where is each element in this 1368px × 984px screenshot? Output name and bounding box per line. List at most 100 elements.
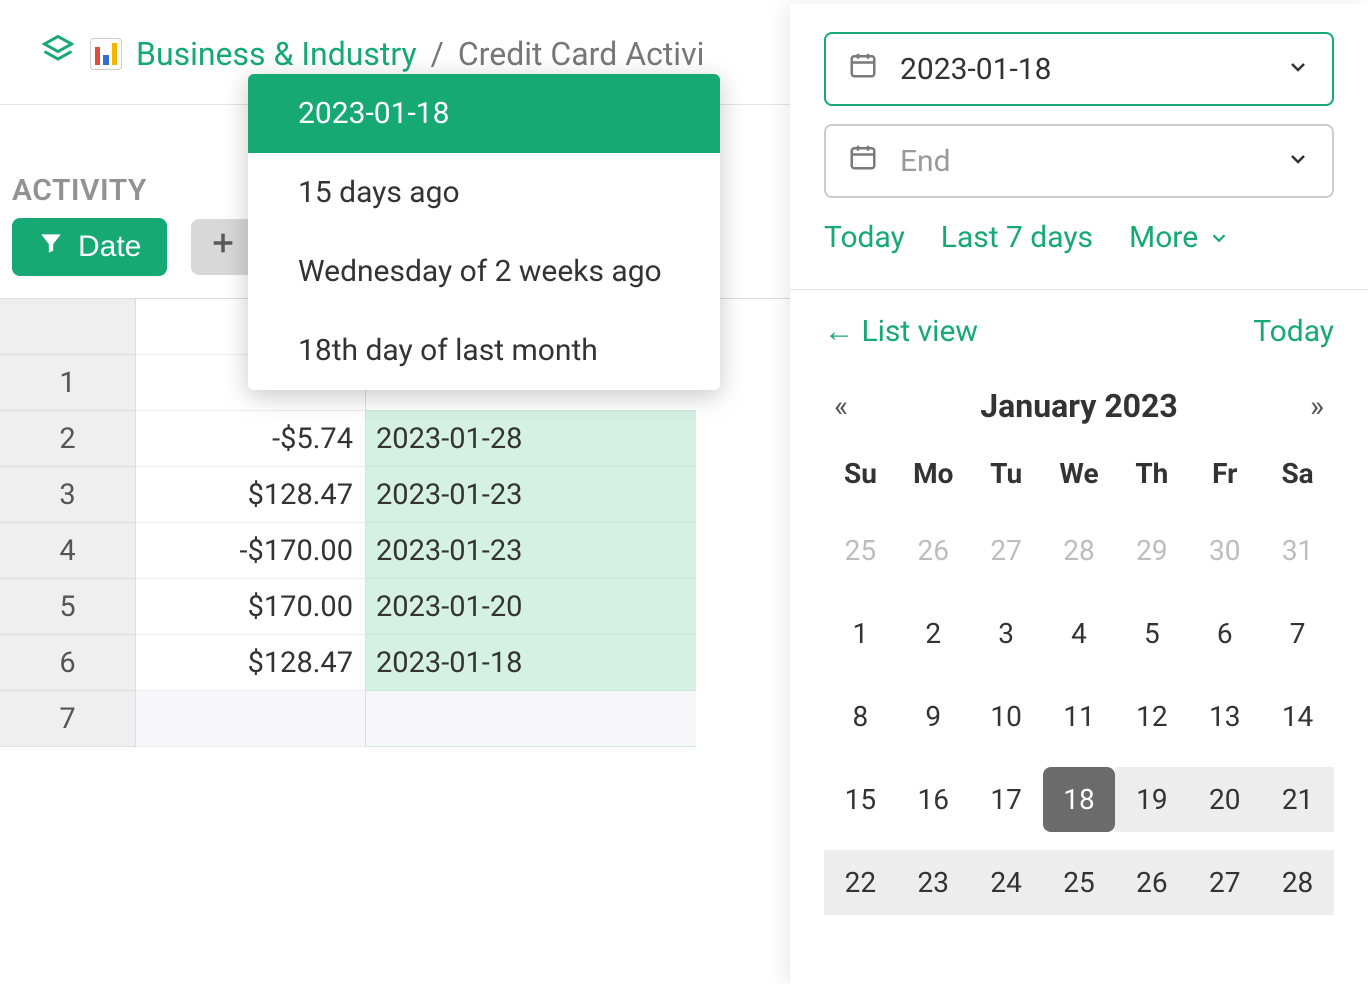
date-suggestion-dropdown: 2023-01-1815 days agoWednesday of 2 week… <box>248 74 720 390</box>
cell-amount[interactable]: $128.47 <box>136 635 366 691</box>
quick-today[interactable]: Today <box>824 220 905 255</box>
date-range-panel: 2023-01-18 End Today Last 7 days More ← … <box>790 4 1368 984</box>
cell-amount[interactable]: -$5.74 <box>136 411 366 467</box>
cell-amount[interactable]: $170.00 <box>136 579 366 635</box>
calendar-icon <box>848 142 878 180</box>
calendar-day[interactable]: 5 <box>1115 601 1188 666</box>
calendar-dow: Fr <box>1188 447 1261 500</box>
calendar-day-other-month[interactable]: 29 <box>1115 518 1188 583</box>
calendar-dow: Mo <box>897 447 970 500</box>
calendar-day[interactable]: 27 <box>1188 850 1261 915</box>
start-date-value: 2023-01-18 <box>900 52 1051 87</box>
breadcrumb-separator: / <box>431 35 444 73</box>
calendar-day-other-month[interactable]: 30 <box>1188 518 1261 583</box>
cell-amount[interactable] <box>136 691 366 747</box>
calendar-day[interactable]: 24 <box>970 850 1043 915</box>
calendar-day[interactable]: 2 <box>897 601 970 666</box>
calendar-month-label[interactable]: January 2023 <box>980 387 1177 425</box>
calendar-day-other-month[interactable]: 26 <box>897 518 970 583</box>
row-number[interactable]: 3 <box>0 467 136 523</box>
suggestion-item[interactable]: 2023-01-18 <box>248 74 720 153</box>
cell-date[interactable]: 2023-01-28 <box>366 411 696 467</box>
cell-amount[interactable]: $128.47 <box>136 467 366 523</box>
calendar-day[interactable]: 26 <box>1115 850 1188 915</box>
quick-last7[interactable]: Last 7 days <box>941 220 1093 255</box>
cell-date[interactable]: 2023-01-20 <box>366 579 696 635</box>
calendar-day[interactable]: 28 <box>1261 850 1334 915</box>
breadcrumb-category[interactable]: Business & Industry <box>136 35 417 73</box>
quick-more[interactable]: More <box>1129 220 1230 255</box>
calendar-day[interactable]: 25 <box>1043 850 1116 915</box>
quick-range-row: Today Last 7 days More <box>824 220 1334 255</box>
calendar-day[interactable]: 9 <box>897 684 970 749</box>
chevron-down-icon <box>1208 227 1230 249</box>
calendar-day-other-month[interactable]: 31 <box>1261 518 1334 583</box>
date-filter-button[interactable]: Date <box>12 218 167 276</box>
chart-icon[interactable] <box>90 38 122 70</box>
cell-date[interactable]: 2023-01-23 <box>366 523 696 579</box>
end-date-input[interactable]: End <box>824 124 1334 198</box>
calendar-day-other-month[interactable]: 25 <box>824 518 897 583</box>
calendar-dow: Su <box>824 447 897 500</box>
row-number[interactable]: 2 <box>0 411 136 467</box>
calendar-day[interactable]: 6 <box>1188 601 1261 666</box>
calendar-day[interactable]: 18 <box>1043 767 1116 832</box>
list-view-link[interactable]: ← List view <box>824 314 978 349</box>
date-filter-label: Date <box>78 230 141 264</box>
prev-month-button[interactable]: « <box>834 389 848 424</box>
rownum-header <box>0 299 136 355</box>
cell-date[interactable] <box>366 691 696 747</box>
row-number[interactable]: 5 <box>0 579 136 635</box>
plus-icon <box>209 229 237 265</box>
breadcrumb-page[interactable]: Credit Card Activi <box>458 35 705 73</box>
calendar-day[interactable]: 17 <box>970 767 1043 832</box>
calendar-day-other-month[interactable]: 28 <box>1043 518 1116 583</box>
suggestion-item[interactable]: 18th day of last month <box>248 311 720 390</box>
calendar-day[interactable]: 11 <box>1043 684 1116 749</box>
row-number[interactable]: 7 <box>0 691 136 747</box>
calendar-day[interactable]: 16 <box>897 767 970 832</box>
chevron-down-icon <box>1286 144 1310 179</box>
start-date-input[interactable]: 2023-01-18 <box>824 32 1334 106</box>
calendar-day[interactable]: 19 <box>1115 767 1188 832</box>
calendar-day[interactable]: 1 <box>824 601 897 666</box>
divider <box>790 289 1368 290</box>
end-date-placeholder: End <box>900 144 951 179</box>
row-number[interactable]: 6 <box>0 635 136 691</box>
calendar-day[interactable]: 23 <box>897 850 970 915</box>
calendar-day[interactable]: 22 <box>824 850 897 915</box>
row-number[interactable]: 1 <box>0 355 136 411</box>
calendar-day[interactable]: 21 <box>1261 767 1334 832</box>
calendar-header: « January 2023 » <box>824 387 1334 425</box>
quick-more-label: More <box>1129 220 1198 255</box>
add-filter-button[interactable] <box>191 219 255 275</box>
calendar-dow: Th <box>1115 447 1188 500</box>
suggestion-item[interactable]: Wednesday of 2 weeks ago <box>248 232 720 311</box>
calendar-dow: We <box>1043 447 1116 500</box>
calendar-dow: Tu <box>970 447 1043 500</box>
cell-amount[interactable]: -$170.00 <box>136 523 366 579</box>
calendar-day[interactable]: 7 <box>1261 601 1334 666</box>
calendar-day[interactable]: 15 <box>824 767 897 832</box>
calendar-grid: SuMoTuWeThFrSa25262728293031123456789101… <box>824 447 1334 915</box>
calendar-day[interactable]: 12 <box>1115 684 1188 749</box>
calendar-nav-row: ← List view Today <box>824 314 1334 349</box>
calendar-day[interactable]: 3 <box>970 601 1043 666</box>
layers-icon[interactable] <box>40 32 76 76</box>
calendar-day[interactable]: 4 <box>1043 601 1116 666</box>
calendar-day[interactable]: 8 <box>824 684 897 749</box>
calendar-day[interactable]: 20 <box>1188 767 1261 832</box>
cell-date[interactable]: 2023-01-18 <box>366 635 696 691</box>
suggestion-item[interactable]: 15 days ago <box>248 153 720 232</box>
calendar-day[interactable]: 14 <box>1261 684 1334 749</box>
calendar-dow: Sa <box>1261 447 1334 500</box>
calendar-day-other-month[interactable]: 27 <box>970 518 1043 583</box>
calendar-day[interactable]: 10 <box>970 684 1043 749</box>
today-link[interactable]: Today <box>1253 314 1334 349</box>
chevron-down-icon <box>1286 52 1310 87</box>
filter-icon <box>38 230 64 264</box>
calendar-day[interactable]: 13 <box>1188 684 1261 749</box>
cell-date[interactable]: 2023-01-23 <box>366 467 696 523</box>
next-month-button[interactable]: » <box>1310 389 1324 424</box>
row-number[interactable]: 4 <box>0 523 136 579</box>
